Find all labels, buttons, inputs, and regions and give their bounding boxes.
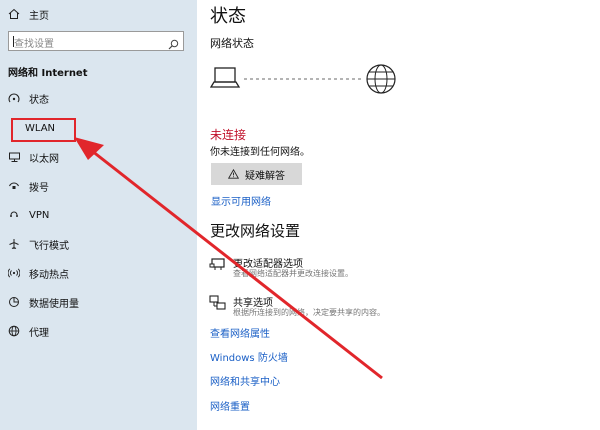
sidebar-item-status[interactable]: 状态 xyxy=(7,89,187,107)
sidebar: 主页 查找设置 网络和 Internet 状态 WLAN 以太网 拨号 VPN … xyxy=(0,0,197,430)
search-input[interactable]: 查找设置 xyxy=(8,31,184,51)
sidebar-item-label: 数据使用量 xyxy=(29,298,79,310)
sidebar-item-vpn[interactable]: VPN xyxy=(7,206,187,224)
dialup-icon xyxy=(7,179,21,193)
sidebar-item-hotspot[interactable]: 移动热点 xyxy=(7,264,187,282)
adapter-icon xyxy=(209,255,227,277)
ethernet-icon xyxy=(7,150,21,164)
view-network-properties-link[interactable]: 查看网络属性 xyxy=(210,325,270,340)
status-icon xyxy=(7,91,21,105)
sharing-icon xyxy=(209,294,227,316)
search-placeholder: 查找设置 xyxy=(14,39,54,50)
sidebar-item-ethernet[interactable]: 以太网 xyxy=(7,148,187,166)
computer-icon xyxy=(210,67,241,88)
search-icon[interactable] xyxy=(168,35,179,54)
vpn-icon xyxy=(7,208,21,222)
change-settings-title: 更改网络设置 xyxy=(210,222,301,240)
network-reset-link[interactable]: 网络重置 xyxy=(210,398,250,413)
sidebar-item-dialup[interactable]: 拨号 xyxy=(7,177,187,195)
sidebar-home[interactable]: 主页 xyxy=(7,5,187,23)
globe-icon xyxy=(366,64,396,94)
troubleshoot-label: 疑难解答 xyxy=(245,170,285,182)
section-title: 网络和 Internet xyxy=(8,68,88,79)
sidebar-item-label: 以太网 xyxy=(29,153,59,165)
home-icon xyxy=(7,7,21,21)
sidebar-item-proxy[interactable]: 代理 xyxy=(7,322,187,340)
windows-firewall-link[interactable]: Windows 防火墙 xyxy=(210,349,288,364)
network-sharing-center-link[interactable]: 网络和共享中心 xyxy=(210,373,280,388)
network-status-title: 网络状态 xyxy=(210,37,254,50)
globe-icon xyxy=(7,324,21,338)
sidebar-item-data-usage[interactable]: 数据使用量 xyxy=(7,293,187,311)
sidebar-item-label: 飞行模式 xyxy=(29,240,69,252)
sidebar-item-label: VPN xyxy=(29,209,50,221)
sidebar-item-label: 拨号 xyxy=(29,182,49,194)
show-networks-link[interactable]: 显示可用网络 xyxy=(211,193,271,208)
data-usage-icon xyxy=(7,295,21,309)
highlight-box xyxy=(11,118,76,142)
sidebar-item-label: 移动热点 xyxy=(29,269,69,281)
sidebar-item-airplane[interactable]: 飞行模式 xyxy=(7,235,187,253)
sidebar-item-label: 代理 xyxy=(29,327,49,339)
connection-status: 未连接 xyxy=(210,128,247,142)
connection-status-desc: 你未连接到任何网络。 xyxy=(210,147,310,158)
warning-icon xyxy=(228,169,239,179)
airplane-icon xyxy=(7,237,21,251)
troubleshoot-button[interactable]: 疑难解答 xyxy=(211,163,302,185)
page-title: 状态 xyxy=(210,6,246,27)
sharing-option-desc: 根据所连接到的网络，决定要共享的内容。 xyxy=(233,308,385,317)
network-diagram xyxy=(210,64,396,94)
sidebar-item-label: 状态 xyxy=(29,94,49,106)
sidebar-home-label: 主页 xyxy=(29,10,49,22)
hotspot-icon xyxy=(7,266,21,280)
adapter-option-desc: 查看网络适配器并更改连接设置。 xyxy=(233,269,353,278)
